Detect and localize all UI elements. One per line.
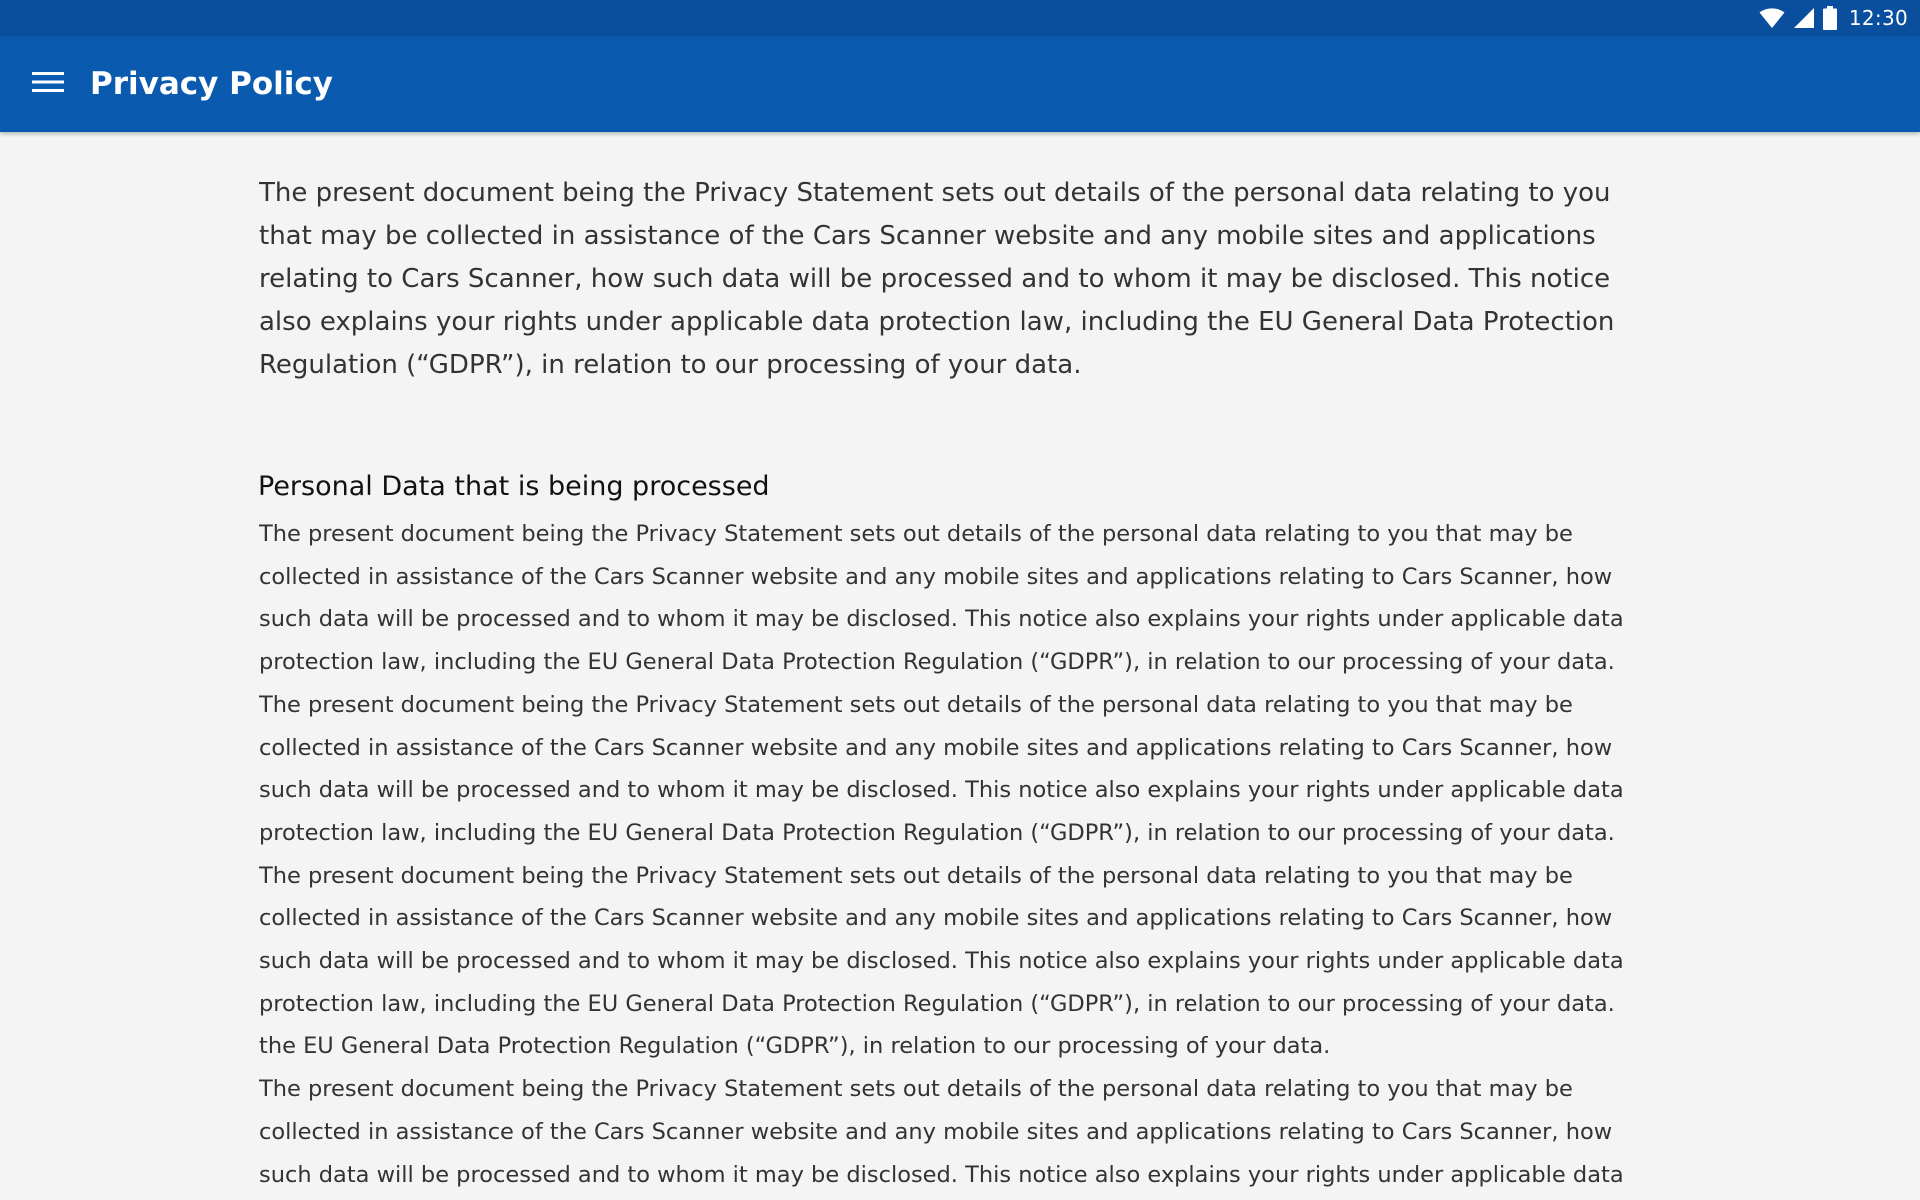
- section-heading: Personal Data that is being processed: [259, 471, 770, 502]
- page-title: Privacy Policy: [90, 66, 333, 102]
- status-bar: 12:30: [0, 0, 1920, 36]
- intro-paragraph: The present document being the Privacy S…: [259, 178, 1615, 380]
- hamburger-menu-icon: [32, 70, 64, 98]
- battery-icon: [1822, 6, 1837, 30]
- cell-signal-icon: [1793, 7, 1815, 29]
- body-paragraph: The present document being the Privacy S…: [259, 691, 1624, 846]
- wifi-icon: [1759, 7, 1785, 29]
- body-paragraph: the EU General Data Protection Regulatio…: [259, 1033, 1331, 1060]
- privacy-content[interactable]: The present document being the Privacy S…: [259, 132, 1669, 1200]
- status-icons: 12:30: [1759, 0, 1908, 36]
- app-bar: Privacy Policy: [0, 36, 1920, 132]
- menu-button[interactable]: [24, 60, 72, 108]
- body-paragraph: The present document being the Privacy S…: [259, 1076, 1624, 1188]
- body-paragraph: The present document being the Privacy S…: [259, 862, 1624, 1017]
- body-paragraph: The present document being the Privacy S…: [259, 521, 1624, 676]
- status-time: 12:30: [1848, 6, 1908, 30]
